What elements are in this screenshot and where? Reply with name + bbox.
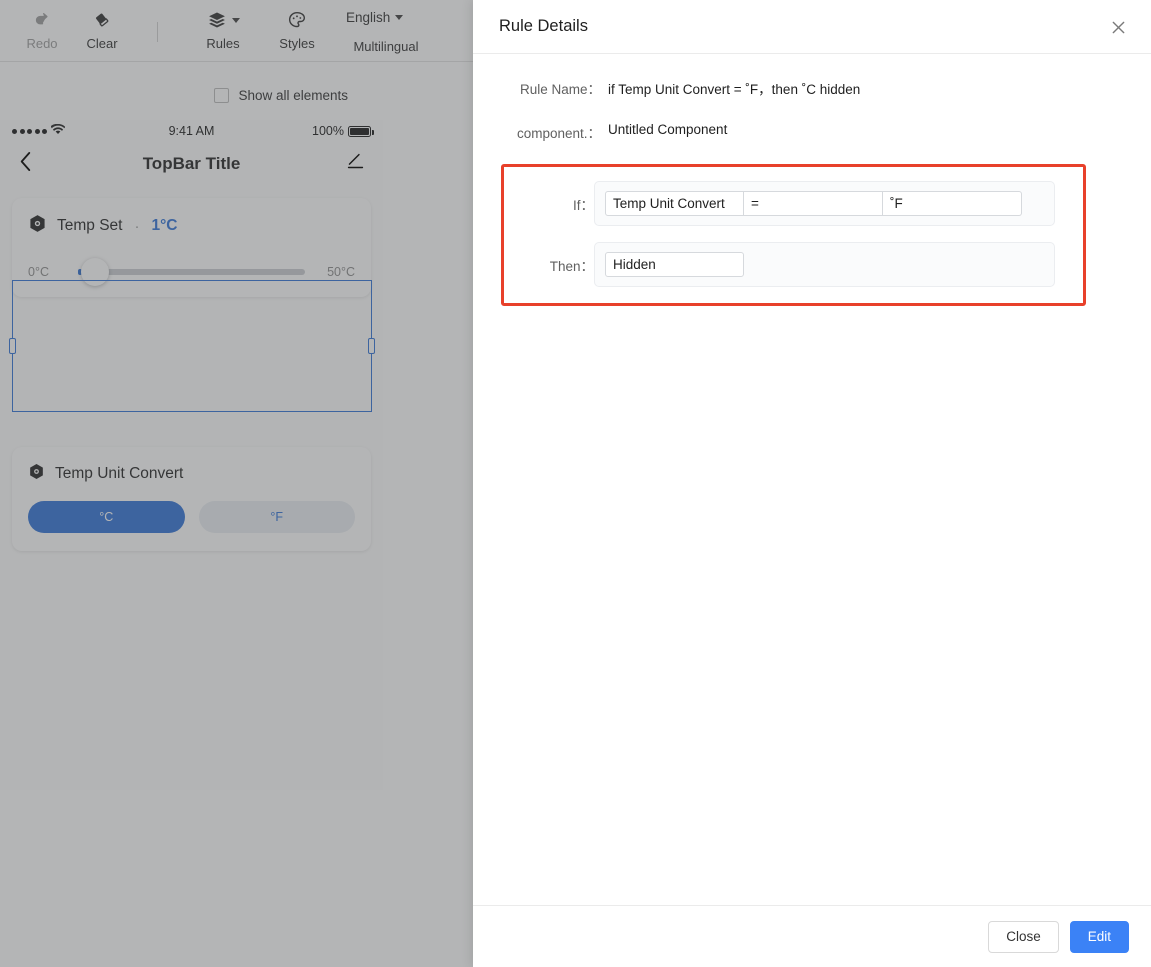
slider-knob[interactable] — [81, 258, 109, 286]
rule-details-header: Rule Details — [473, 0, 1151, 54]
show-all-elements-row: Show all elements — [0, 62, 473, 120]
show-all-elements-checkbox[interactable] — [214, 88, 230, 103]
eraser-icon — [93, 5, 112, 35]
if-value-field[interactable]: ˚F — [883, 191, 1022, 216]
resize-handle-left[interactable] — [9, 338, 16, 354]
slider-max-label: 50°C — [327, 265, 355, 279]
rule-details-panel: Rule Details Rule Name： if Temp Unit Con… — [473, 0, 1151, 967]
component-value: Untitled Component — [608, 122, 728, 137]
slider-min-label: 0°C — [28, 265, 49, 279]
temp-set-card[interactable]: Temp Set · 1°C 0°C 50°C — [12, 198, 371, 297]
styles-label: Styles — [279, 36, 315, 51]
if-label: If： — [572, 197, 594, 213]
phone-preview: 9:41 AM 100% TopBar Title Temp Set · 1°C… — [0, 120, 383, 790]
rule-details-body: Rule Name： if Temp Unit Convert = ˚F，the… — [473, 54, 1151, 905]
show-all-elements-toggle[interactable]: Show all elements — [214, 88, 348, 103]
hexagon-icon — [28, 463, 45, 485]
close-button[interactable]: Close — [988, 920, 1059, 953]
temp-unit-option-fahrenheit[interactable]: °F — [198, 501, 355, 533]
chevron-down-icon — [395, 15, 404, 20]
rule-details-footer: Close Edit — [473, 905, 1151, 967]
component-row: component.： Untitled Component — [501, 120, 1123, 142]
then-row: Then： Hidden — [504, 242, 1055, 287]
clear-label: Clear — [86, 36, 118, 51]
temp-unit-convert-card[interactable]: Temp Unit Convert °C °F — [12, 447, 371, 551]
redo-label: Redo — [26, 36, 58, 51]
status-bar-left — [12, 123, 122, 138]
battery-percent-label: 100% — [312, 124, 344, 138]
rule-name-row: Rule Name： if Temp Unit Convert = ˚F，the… — [501, 76, 1123, 98]
temp-unit-option-celsius[interactable]: °C — [28, 501, 185, 533]
wifi-icon — [50, 123, 66, 138]
signal-dots-icon — [12, 128, 47, 134]
rule-condition-highlight: If： Temp Unit Convert = ˚F Then： Hidden — [501, 164, 1086, 306]
temp-set-slider[interactable] — [78, 258, 305, 286]
temp-set-separator: · — [134, 217, 140, 235]
temp-unit-card-header: Temp Unit Convert — [28, 463, 355, 485]
temp-set-value: 1°C — [151, 217, 178, 234]
hexagon-icon — [28, 214, 47, 238]
styles-button[interactable]: Styles — [261, 5, 333, 51]
layers-icon — [207, 5, 240, 35]
selection-box — [9, 280, 375, 412]
preview-topbar-title: TopBar Title — [142, 154, 241, 173]
app-root: Redo Clear Rules Styles English Multilin… — [0, 0, 1151, 967]
temp-unit-options: °C °F — [28, 501, 355, 533]
rules-button[interactable]: Rules — [187, 5, 259, 51]
close-icon[interactable] — [1105, 14, 1131, 40]
chevron-down-icon[interactable] — [231, 17, 240, 23]
temp-set-card-header: Temp Set · 1°C — [28, 214, 355, 238]
if-row: If： Temp Unit Convert = ˚F — [504, 181, 1055, 226]
battery-icon — [348, 125, 374, 137]
if-operator-field[interactable]: = — [744, 191, 883, 216]
multilingual-label: Multilingual — [353, 39, 419, 54]
status-bar-right: 100% — [261, 124, 374, 138]
editor-pane: Redo Clear Rules Styles English Multilin… — [0, 0, 473, 967]
toolbar-divider — [157, 22, 158, 42]
redo-icon — [33, 5, 52, 35]
rule-name-value: if Temp Unit Convert = ˚F，then ˚C hidden — [608, 82, 861, 97]
pencil-icon[interactable] — [346, 152, 365, 176]
clear-button[interactable]: Clear — [66, 5, 138, 51]
toolbar: Redo Clear Rules Styles English Multilin… — [0, 0, 473, 62]
preview-topbar: TopBar Title — [0, 142, 383, 186]
temp-set-slider-row: 0°C 50°C — [28, 258, 355, 286]
temp-set-title: Temp Set — [57, 217, 123, 234]
chevron-left-icon[interactable] — [18, 151, 33, 177]
show-all-elements-label: Show all elements — [238, 88, 348, 103]
then-action-box: Hidden — [594, 242, 1055, 287]
rule-name-label: Rule Name： — [519, 82, 601, 97]
language-selector[interactable]: English — [346, 10, 404, 25]
if-condition-box: Temp Unit Convert = ˚F — [594, 181, 1055, 226]
rules-label: Rules — [206, 36, 240, 51]
resize-handle-right[interactable] — [368, 338, 375, 354]
card-list: Temp Set · 1°C 0°C 50°C Temp Unit Conver… — [0, 186, 383, 563]
language-value: English — [346, 10, 391, 25]
then-label: Then： — [549, 258, 594, 274]
edit-button[interactable]: Edit — [1069, 920, 1129, 953]
rule-details-title: Rule Details — [499, 17, 588, 35]
status-bar-time: 9:41 AM — [168, 124, 215, 138]
temp-unit-title: Temp Unit Convert — [55, 465, 184, 482]
status-bar: 9:41 AM 100% — [0, 120, 383, 142]
then-action-field[interactable]: Hidden — [605, 252, 744, 277]
palette-icon — [287, 5, 307, 35]
if-target-field[interactable]: Temp Unit Convert — [605, 191, 744, 216]
component-label: component.： — [516, 126, 601, 141]
